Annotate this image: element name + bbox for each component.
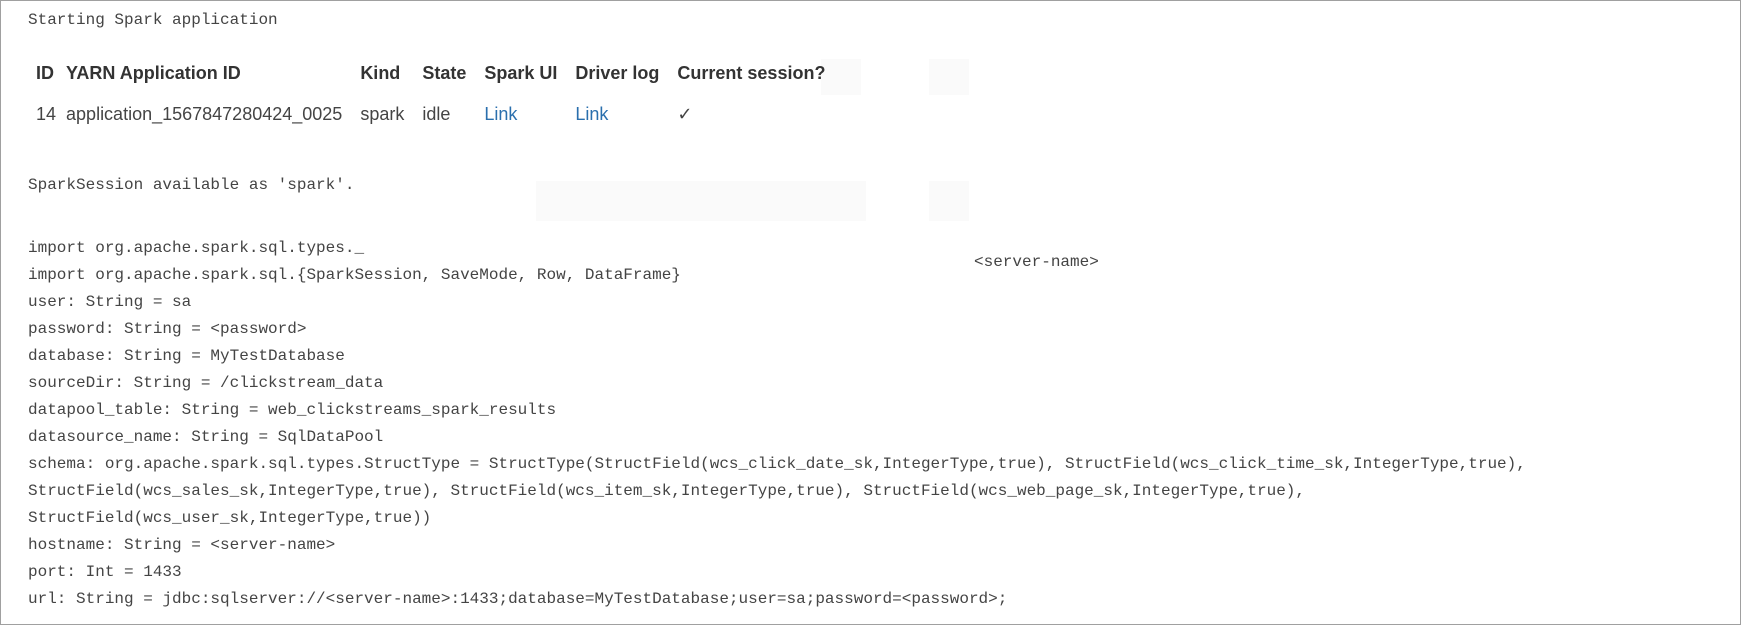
session-id: 14 bbox=[36, 104, 57, 124]
spark-ui-cell: Link bbox=[484, 94, 575, 135]
code-line: hostname: String = <server-name> bbox=[28, 536, 336, 554]
code-line: import org.apache.spark.sql.{SparkSessio… bbox=[28, 266, 681, 284]
header-spark-ui: Spark UI bbox=[484, 63, 558, 83]
driver-log-link[interactable]: Link bbox=[575, 104, 608, 124]
decorative-ghost bbox=[929, 59, 969, 95]
header-driver-log: Driver log bbox=[575, 63, 660, 83]
code-line: password: String = <password> bbox=[28, 320, 307, 338]
header-yarn-app-id: YARN Application ID bbox=[66, 63, 241, 83]
decorative-ghost bbox=[929, 181, 969, 221]
code-line: StructField(wcs_sales_sk,IntegerType,tru… bbox=[28, 482, 1306, 500]
code-line: schema: org.apache.spark.sql.types.Struc… bbox=[28, 455, 1526, 473]
header-current-session: Current session? bbox=[677, 63, 826, 83]
notebook-output-cell: Starting Spark application ID YARN Appli… bbox=[0, 0, 1741, 625]
header-state: State bbox=[422, 63, 467, 83]
table-row: 14 application_1567847280424_0025 spark … bbox=[28, 94, 843, 135]
code-line: port: Int = 1433 bbox=[28, 563, 182, 581]
header-id: ID bbox=[36, 63, 54, 83]
code-line: StructField(wcs_user_sk,IntegerType,true… bbox=[28, 509, 432, 527]
driver-log-cell: Link bbox=[575, 94, 677, 135]
start-message: Starting Spark application bbox=[28, 11, 278, 29]
session-message: SparkSession available as 'spark'. bbox=[28, 176, 355, 194]
spark-session-table: ID YARN Application ID Kind State Spark … bbox=[28, 53, 843, 135]
code-line: database: String = MyTestDatabase bbox=[28, 347, 345, 365]
code-line: sourceDir: String = /clickstream_data bbox=[28, 374, 384, 392]
code-line: user: String = sa bbox=[28, 293, 192, 311]
code-output-block: import org.apache.spark.sql.types._ impo… bbox=[28, 237, 1526, 615]
code-line: datapool_table: String = web_clickstream… bbox=[28, 401, 557, 419]
yarn-app-id: application_1567847280424_0025 bbox=[66, 104, 343, 124]
code-line: datasource_name: String = SqlDataPool bbox=[28, 428, 384, 446]
session-state: idle bbox=[422, 104, 451, 124]
table-header-row: ID YARN Application ID Kind State Spark … bbox=[28, 53, 843, 94]
session-kind: spark bbox=[360, 104, 405, 124]
current-session-check-icon: ✓ bbox=[677, 104, 693, 124]
code-line: import org.apache.spark.sql.types._ bbox=[28, 239, 365, 257]
decorative-ghost bbox=[536, 181, 866, 221]
code-line: url: String = jdbc:sqlserver://<server-n… bbox=[28, 590, 1008, 608]
spark-ui-link[interactable]: Link bbox=[484, 104, 517, 124]
header-kind: Kind bbox=[360, 63, 401, 83]
